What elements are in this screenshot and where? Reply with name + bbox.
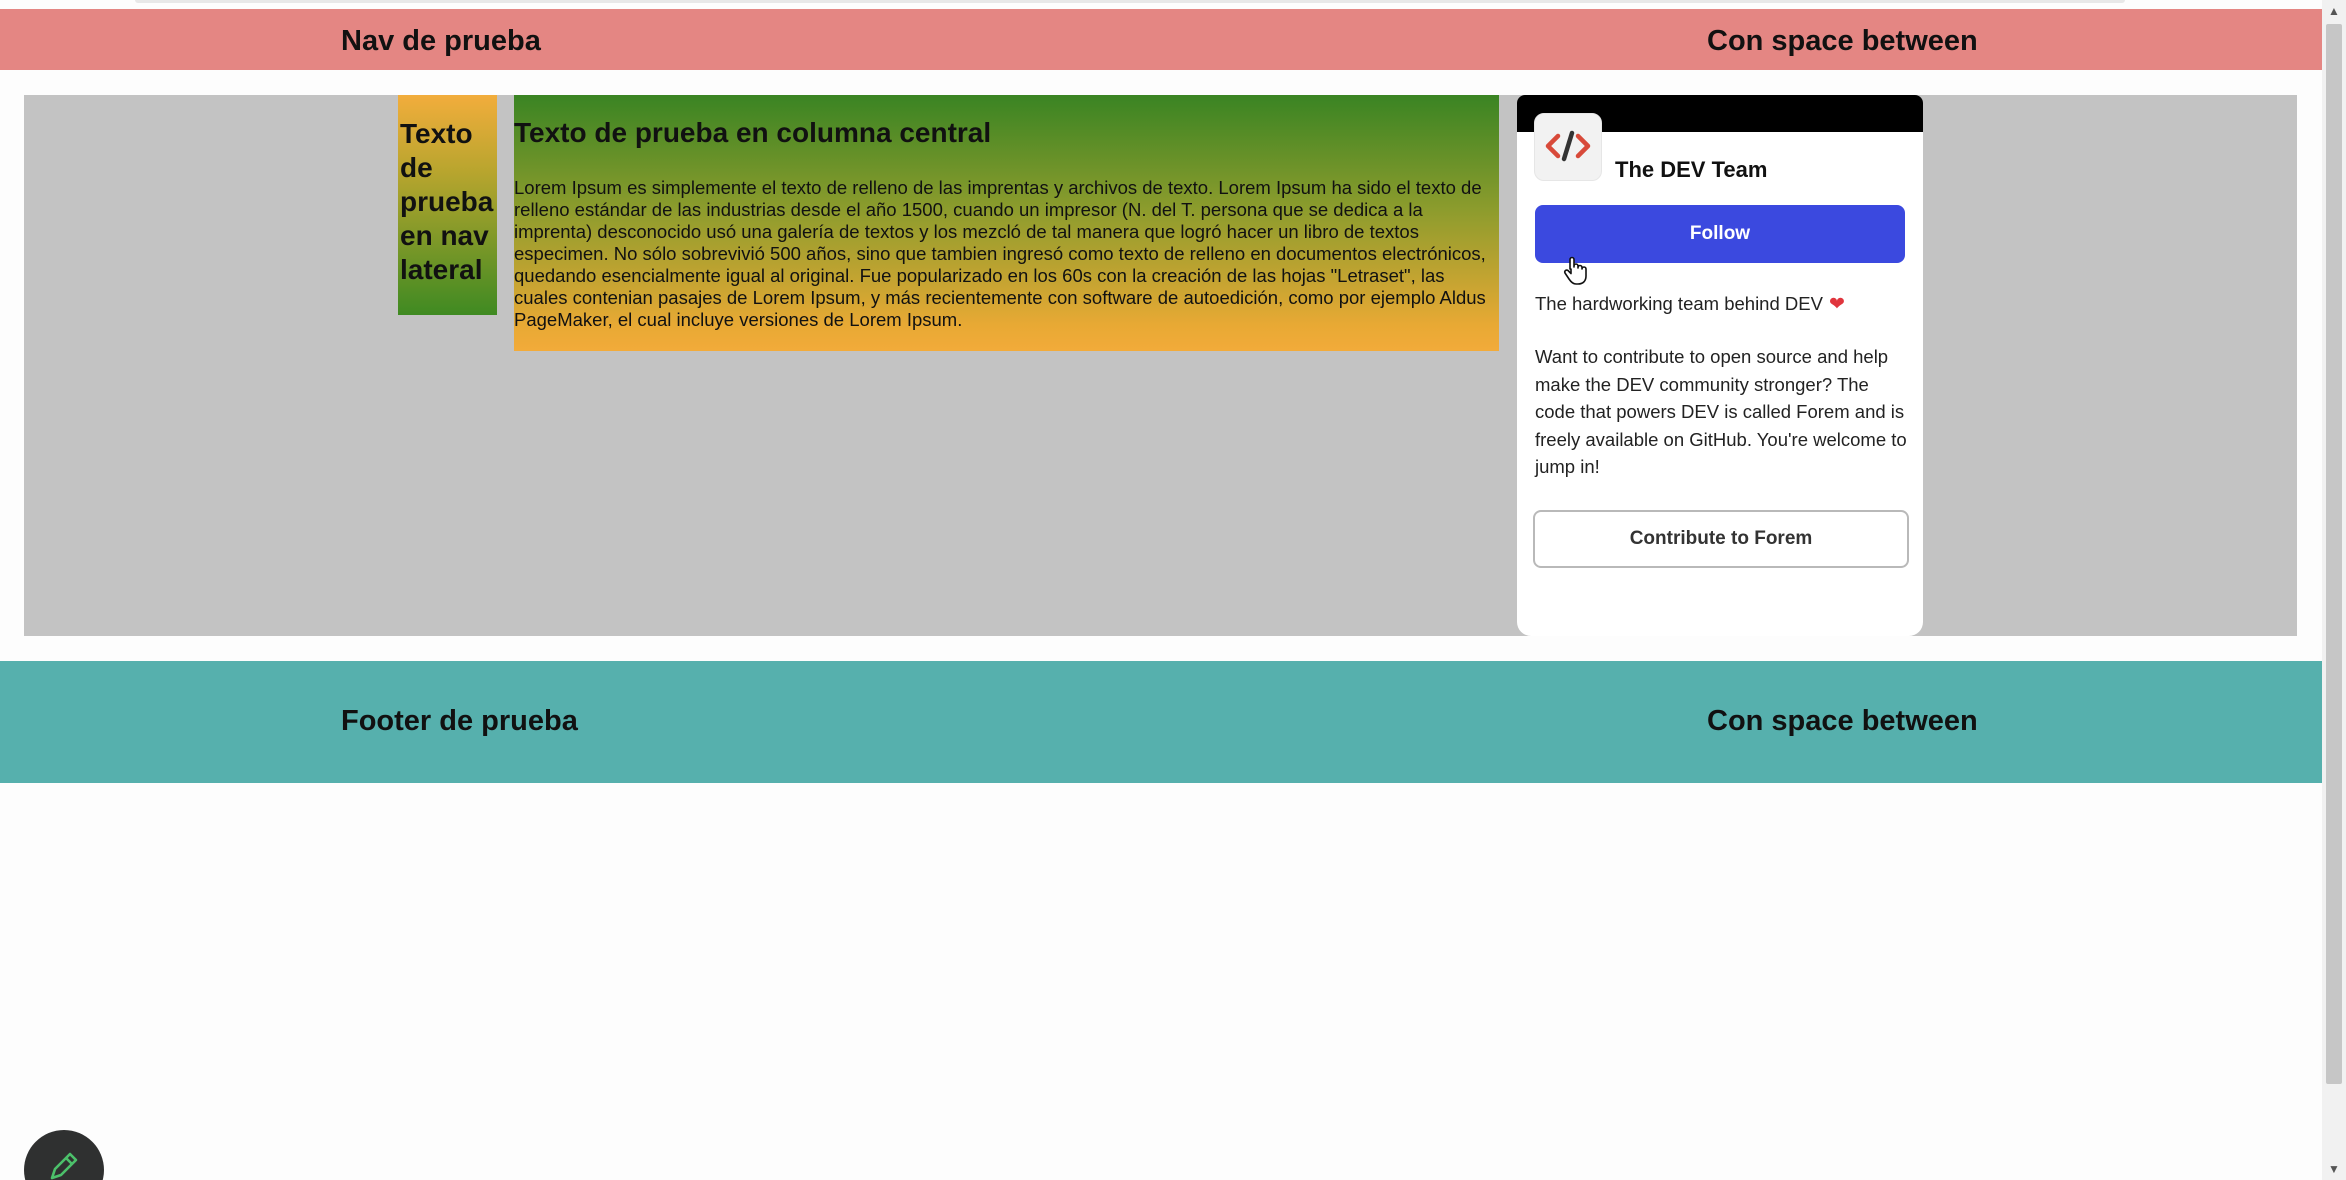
center-column: Texto de prueba en columna central Lorem…	[514, 95, 1499, 351]
nav-title: Nav de prueba	[341, 25, 541, 57]
contribute-button[interactable]: Contribute to Forem	[1533, 510, 1909, 568]
nav-right-text: Con space between	[1707, 25, 1978, 57]
main-content: Texto de prueba en nav lateral Texto de …	[24, 95, 2297, 636]
card-tagline-text: The hardworking team behind DEV	[1535, 293, 1823, 314]
edit-button[interactable]	[24, 1130, 104, 1180]
card-tagline: The hardworking team behind DEV ❤	[1535, 293, 1845, 316]
vertical-scrollbar[interactable]: ▲ ▼	[2322, 0, 2346, 1180]
footer-title: Footer de prueba	[341, 705, 578, 737]
page: Nav de prueba Con space between Texto de…	[0, 0, 2346, 1180]
scroll-up-arrow-icon[interactable]: ▲	[2322, 0, 2346, 22]
card-org-name[interactable]: The DEV Team	[1615, 157, 1767, 183]
code-brackets-icon[interactable]	[1534, 113, 1602, 181]
side-nav: Texto de prueba en nav lateral	[398, 95, 497, 315]
center-heading: Texto de prueba en columna central	[514, 117, 992, 148]
follow-button[interactable]: Follow	[1535, 205, 1905, 263]
side-nav-text: Texto de prueba en nav lateral	[400, 118, 494, 285]
card-description: Want to contribute to open source and he…	[1535, 346, 1907, 477]
pencil-icon	[50, 1152, 78, 1180]
nav-bar: Nav de prueba Con space between	[0, 9, 2322, 70]
footer-right-text: Con space between	[1707, 705, 1978, 737]
scrollbar-thumb[interactable]	[2326, 24, 2342, 1084]
heart-icon: ❤	[1828, 294, 1845, 315]
center-paragraph: Lorem Ipsum es simplemente el texto de r…	[514, 177, 1486, 330]
browser-top-strip	[0, 0, 2320, 9]
scroll-down-arrow-icon[interactable]: ▼	[2322, 1158, 2346, 1180]
hand-cursor-icon	[1563, 256, 1587, 291]
top-bar-edge	[135, 0, 2125, 3]
dev-team-card: The DEV Team Follow The hardworking team…	[1517, 95, 1923, 636]
footer-bar: Footer de prueba Con space between	[0, 661, 2322, 783]
